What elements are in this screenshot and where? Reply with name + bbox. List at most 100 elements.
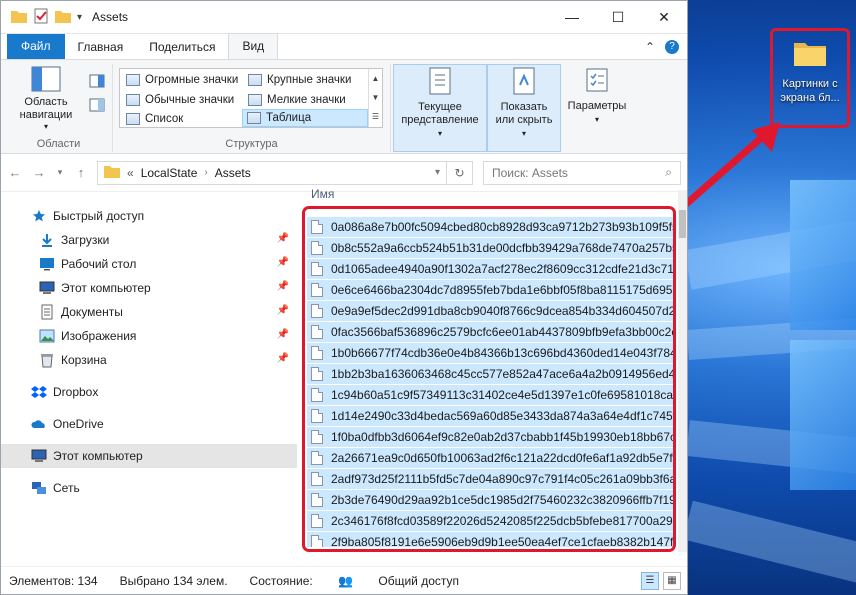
options-label: Параметры bbox=[567, 100, 627, 112]
current-view-icon bbox=[427, 67, 453, 101]
options-button[interactable]: Параметры ▾ bbox=[561, 66, 633, 126]
folder-icon bbox=[104, 164, 120, 181]
ribbon-collapse-icon[interactable]: ⌃ bbox=[645, 40, 655, 54]
pin-icon[interactable]: 📌 bbox=[277, 329, 289, 340]
path-overflow[interactable]: « bbox=[127, 166, 134, 180]
file-icon bbox=[311, 283, 323, 297]
up-arrow-icon[interactable]: ↑ bbox=[73, 165, 89, 180]
chevron-down-icon: ▾ bbox=[594, 115, 599, 124]
panes-group: Область навигации ▾ Области bbox=[5, 64, 113, 152]
tab-view[interactable]: Вид bbox=[228, 33, 279, 59]
search-input[interactable]: Поиск: Assets ⌕ bbox=[483, 160, 681, 185]
nav-downloads[interactable]: Загрузки 📌 bbox=[1, 228, 297, 252]
pin-icon[interactable]: 📌 bbox=[277, 305, 289, 316]
file-row[interactable]: 0fac3566baf536896c2579bcfc6ee01ab4437809… bbox=[307, 322, 674, 343]
recycle-bin-icon bbox=[39, 352, 55, 368]
new-folder-icon[interactable] bbox=[55, 9, 71, 26]
layout-gallery-scroll[interactable]: ▲ ▼ ☰ bbox=[368, 69, 382, 127]
show-hide-button[interactable]: Показать или скрыть ▾ bbox=[488, 67, 560, 140]
file-row[interactable]: 0e6ce6466ba2304dc7d8955feb7bda1e6bbf05f8… bbox=[307, 280, 674, 301]
pictures-icon bbox=[39, 328, 55, 344]
file-row[interactable]: 0d1065adee4940a90f1302a7acf278ec2f8609cc… bbox=[307, 259, 674, 280]
nav-quick-access[interactable]: Быстрый доступ bbox=[1, 204, 297, 228]
file-row[interactable]: 2a26671ea9c0d650fb10063ad2f6c121a22dcd0f… bbox=[307, 448, 674, 469]
tab-home[interactable]: Главная bbox=[65, 35, 137, 59]
close-button[interactable]: ✕ bbox=[641, 1, 687, 34]
layout-details[interactable]: Таблица bbox=[242, 109, 368, 127]
nav-this-pc-pinned[interactable]: Этот компьютер 📌 bbox=[1, 276, 297, 300]
nav-pictures[interactable]: Изображения 📌 bbox=[1, 324, 297, 348]
file-row[interactable]: 1c94b60a51c9f57349113c31402ce4e5d1397e1c… bbox=[307, 385, 674, 406]
details-view-button[interactable]: ☰ bbox=[641, 571, 659, 590]
file-row[interactable]: 1b0b66677f74cdb36e0e4b84366b13c696bd4360… bbox=[307, 343, 674, 364]
layout-list[interactable]: Список bbox=[122, 110, 242, 128]
navigation-pane-button[interactable]: Область навигации ▾ bbox=[11, 66, 81, 133]
extra-large-icons-icon bbox=[126, 74, 140, 86]
nav-desktop[interactable]: Рабочий стол 📌 bbox=[1, 252, 297, 276]
minimize-button[interactable]: — bbox=[549, 1, 595, 34]
preview-pane-icon[interactable] bbox=[89, 74, 105, 91]
tab-share[interactable]: Поделиться bbox=[136, 35, 228, 59]
help-icon[interactable]: ? bbox=[665, 40, 679, 54]
file-row[interactable]: 1bb2b3ba1636063468c45cc577e852a47ace6a4a… bbox=[307, 364, 674, 385]
file-icon bbox=[311, 304, 323, 318]
pin-icon[interactable]: 📌 bbox=[277, 353, 289, 364]
back-arrow-icon[interactable]: ← bbox=[7, 165, 23, 180]
nav-this-pc[interactable]: Этот компьютер bbox=[1, 444, 297, 468]
nav-documents[interactable]: Документы 📌 bbox=[1, 300, 297, 324]
file-row[interactable]: 1f0ba0dfbb3d6064ef9c82e0ab2d37cbabb1f45b… bbox=[307, 427, 674, 448]
large-icons-view-button[interactable]: ▦ bbox=[663, 571, 681, 590]
recent-locations-icon[interactable]: ▾ bbox=[55, 167, 65, 178]
nav-dropbox[interactable]: Dropbox bbox=[1, 380, 297, 404]
vertical-scrollbar[interactable] bbox=[678, 190, 687, 552]
file-row[interactable]: 2b3de76490d29aa92b1ce5dc1985d2f75460232c… bbox=[307, 490, 674, 511]
maximize-button[interactable]: ☐ bbox=[595, 1, 641, 34]
properties-icon[interactable] bbox=[33, 8, 49, 27]
refresh-button[interactable]: ↻ bbox=[447, 160, 473, 185]
small-icons-icon bbox=[248, 94, 262, 106]
column-header-name[interactable]: Имя bbox=[297, 184, 687, 204]
file-row[interactable]: 0e9a9ef5dec2d991dba8cb9040f8766c9dcea854… bbox=[307, 301, 674, 322]
shared-users-icon: 👥 bbox=[338, 573, 354, 588]
nav-network[interactable]: Сеть bbox=[1, 476, 297, 500]
star-icon bbox=[31, 208, 47, 224]
search-placeholder: Поиск: Assets bbox=[492, 165, 568, 180]
scrollbar-thumb[interactable] bbox=[679, 210, 686, 238]
file-row[interactable]: 1d14e2490c33d4bedac569a60d85e3433da874a3… bbox=[307, 406, 674, 427]
items-count: Элементов: 134 bbox=[9, 573, 98, 588]
file-name: 0d1065adee4940a90f1302a7acf278ec2f8609cc… bbox=[331, 262, 674, 276]
file-icon bbox=[311, 220, 323, 234]
onedrive-icon bbox=[31, 416, 47, 432]
file-name: 2b3de76490d29aa92b1ce5dc1985d2f75460232c… bbox=[331, 493, 674, 507]
pin-icon[interactable]: 📌 bbox=[277, 233, 289, 244]
chevron-down-icon[interactable]: ▾ bbox=[435, 167, 440, 178]
quick-access-dropdown-icon[interactable]: ▾ bbox=[77, 12, 82, 23]
nav-recycle-bin[interactable]: Корзина 📌 bbox=[1, 348, 297, 372]
file-row[interactable]: 2adf973d25f2111b5fd5c7de04a890c97c791f4c… bbox=[307, 469, 674, 490]
breadcrumb-item[interactable]: LocalState bbox=[141, 166, 198, 180]
layout-extra-large-icons[interactable]: Огромные значки bbox=[122, 71, 242, 89]
nav-onedrive[interactable]: OneDrive bbox=[1, 412, 297, 436]
file-row[interactable]: 0a086a8e7b00fc5094cbed80cb8928d93ca9712b… bbox=[307, 217, 674, 238]
details-pane-icon[interactable] bbox=[89, 98, 105, 115]
layout-large-icons[interactable]: Крупные значки bbox=[244, 71, 368, 89]
layout-small-icons[interactable]: Мелкие значки bbox=[244, 91, 368, 109]
pin-icon[interactable]: 📌 bbox=[277, 281, 289, 292]
ribbon-tabs: Файл Главная Поделиться Вид ⌃ ? bbox=[1, 33, 687, 60]
file-name: 1d14e2490c33d4bedac569a60d85e3433da874a3… bbox=[331, 409, 674, 423]
tab-file[interactable]: Файл bbox=[7, 34, 65, 59]
file-row[interactable]: 2f9ba805f8191e6e5906eb9d9b1ee50ea4ef7ce1… bbox=[307, 532, 674, 547]
folder-icon bbox=[11, 9, 27, 26]
pin-icon[interactable]: 📌 bbox=[277, 257, 289, 268]
file-row[interactable]: 2c346176f8fcd03589f22026d5242085f225dcb5… bbox=[307, 511, 674, 532]
file-name: 2c346176f8fcd03589f22026d5242085f225dcb5… bbox=[331, 514, 674, 528]
address-bar[interactable]: « LocalState › Assets ▾ bbox=[97, 160, 447, 185]
layout-medium-icons[interactable]: Обычные значки bbox=[122, 91, 242, 109]
breadcrumb-item[interactable]: Assets bbox=[215, 166, 251, 180]
current-view-button[interactable]: Текущее представление ▾ bbox=[394, 67, 486, 140]
forward-arrow-icon[interactable]: → bbox=[31, 165, 47, 180]
file-list-pane: Имя 0a086a8e7b00fc5094cbed80cb8928d93ca9… bbox=[297, 184, 687, 566]
file-row[interactable]: 0b8c552a9a6ccb524b51b31de00dcfbb39429a76… bbox=[307, 238, 674, 259]
network-icon bbox=[31, 480, 47, 496]
computer-icon bbox=[39, 280, 55, 296]
